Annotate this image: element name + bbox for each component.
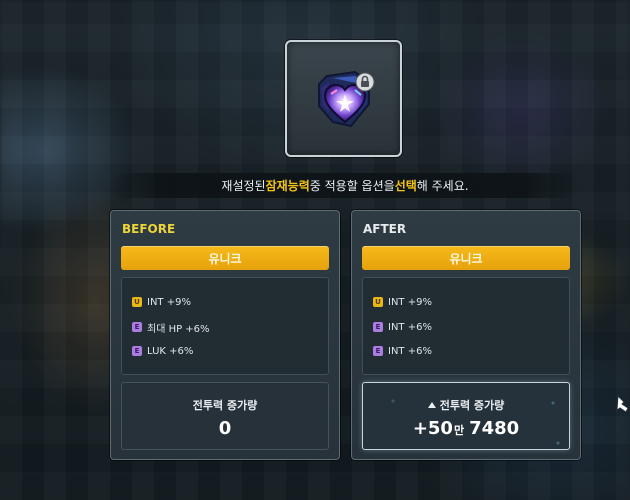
power-value-rest: 7480 — [469, 418, 520, 439]
power-label-text: 전투력 증가량 — [192, 399, 258, 412]
after-grade-bar: 유니크 — [362, 246, 570, 270]
hand-cursor-icon — [616, 394, 629, 413]
option-text: INT +9% — [147, 296, 191, 308]
option-text: INT +6% — [388, 321, 432, 333]
option-text: INT +6% — [388, 345, 432, 357]
epic-grade-badge-icon: E — [132, 322, 142, 332]
banner-highlight-select: 선택 — [394, 179, 417, 193]
epic-grade-badge-icon: E — [373, 346, 383, 356]
power-value-text: 0 — [218, 418, 232, 439]
game-screen: 재설정된 잠재능력 중 적용할 옵션을 선택 해 주세요. BEFORE 유니크 … — [0, 0, 630, 500]
instruction-banner: 재설정된 잠재능력 중 적용할 옵션을 선택 해 주세요. — [110, 173, 580, 198]
before-power-label: 전투력 증가량 — [122, 397, 328, 413]
power-value-main: +50 — [412, 418, 453, 439]
banner-highlight-potential: 잠재능력 — [265, 179, 310, 193]
after-power-label: 전투력 증가량 — [363, 397, 569, 413]
epic-grade-badge-icon: E — [132, 346, 142, 356]
option-text: LUK +6% — [147, 345, 194, 357]
banner-text-2: 중 적용할 옵션을 — [309, 179, 395, 193]
banner-text-3: 해 주세요. — [416, 179, 469, 193]
after-power-box: 전투력 증가량 +50 만 7480 — [362, 382, 570, 450]
power-label-text: 전투력 증가량 — [439, 399, 505, 412]
power-value-unit: 만 — [453, 424, 465, 437]
item-slot — [285, 40, 402, 157]
option-text: 최대 HP +6% — [147, 323, 210, 335]
epic-grade-badge-icon: E — [373, 322, 383, 332]
after-options-list: U INT +9% E INT +6% E INT +6% — [362, 277, 570, 375]
after-option-3: E INT +6% — [373, 344, 432, 358]
unique-grade-badge-icon: U — [373, 297, 383, 307]
option-text: INT +9% — [388, 296, 432, 308]
after-option-panel[interactable]: AFTER 유니크 U INT +9% E INT +6% E INT +6% … — [351, 210, 581, 460]
before-power-box: 전투력 증가량 0 — [121, 382, 329, 450]
before-title: BEFORE — [122, 222, 176, 236]
lock-icon — [355, 72, 375, 92]
before-grade-bar: 유니크 — [121, 246, 329, 270]
after-option-1: U INT +9% — [373, 295, 432, 309]
up-arrow-icon — [427, 402, 436, 408]
after-option-2: E INT +6% — [373, 320, 432, 334]
before-option-panel[interactable]: BEFORE 유니크 U INT +9% E 최대 HP +6% E LUK +… — [110, 210, 340, 460]
banner-text-1: 재설정된 — [221, 179, 266, 193]
before-option-2: E 최대 HP +6% — [132, 320, 210, 335]
after-title: AFTER — [363, 222, 407, 236]
before-options-list: U INT +9% E 최대 HP +6% E LUK +6% — [121, 277, 329, 375]
unique-grade-badge-icon: U — [132, 297, 142, 307]
after-power-value: +50 만 7480 — [363, 418, 569, 439]
before-option-3: E LUK +6% — [132, 344, 193, 358]
before-option-1: U INT +9% — [132, 295, 191, 309]
before-power-value: 0 — [122, 418, 328, 439]
